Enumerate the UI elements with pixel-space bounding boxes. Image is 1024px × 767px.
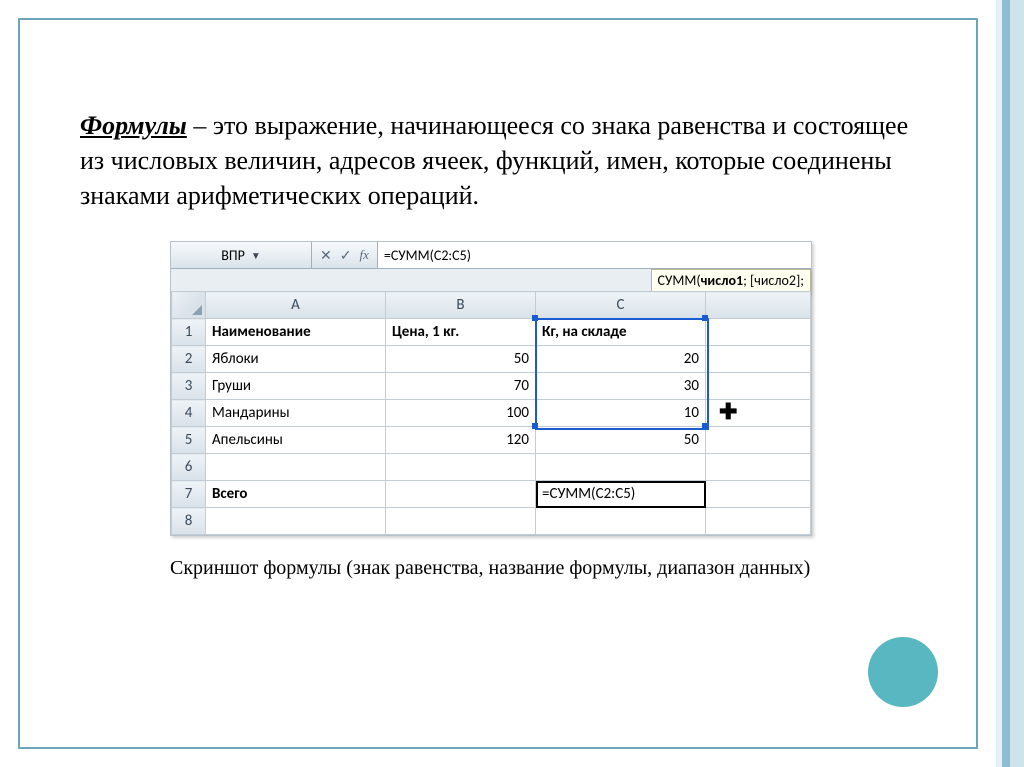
decor-stripe	[1002, 0, 1010, 767]
row-header[interactable]: 4	[172, 400, 206, 427]
selection-handle	[532, 315, 538, 321]
spreadsheet-grid[interactable]: A B C 1 Наименование Цена, 1 кг. Кг, на …	[171, 291, 811, 535]
accent-circle	[868, 637, 938, 707]
cell[interactable]: Наименование	[206, 319, 386, 346]
definition-text: Формулы – это выражение, начинающееся со…	[80, 108, 924, 213]
slide-content: Формулы – это выражение, начинающееся со…	[80, 108, 924, 581]
definition-term: Формулы	[80, 111, 187, 140]
cell[interactable]: 100	[386, 400, 536, 427]
name-box-value: ВПР	[221, 247, 245, 264]
row-header[interactable]: 8	[172, 508, 206, 535]
cursor-plus-icon: ✚	[719, 401, 737, 423]
cell[interactable]	[386, 508, 536, 535]
cell[interactable]: Кг, на складе	[536, 319, 706, 346]
row-header[interactable]: 1	[172, 319, 206, 346]
tooltip-func: СУММ(	[658, 272, 701, 289]
cell[interactable]	[706, 481, 811, 508]
row-header[interactable]: 7	[172, 481, 206, 508]
tooltip-row: СУММ(число1; [число2];	[171, 269, 811, 291]
col-header-a[interactable]: A	[206, 292, 386, 319]
cell[interactable]	[706, 373, 811, 400]
cell[interactable]	[386, 454, 536, 481]
cell[interactable]	[706, 427, 811, 454]
active-cell[interactable]: =СУММ(C2:C5)	[536, 481, 706, 508]
cell[interactable]: 20	[536, 346, 706, 373]
row-header[interactable]: 6	[172, 454, 206, 481]
fx-icon[interactable]: fx	[359, 247, 368, 263]
cell[interactable]	[536, 508, 706, 535]
cell[interactable]: Апельсины	[206, 427, 386, 454]
cell[interactable]: Яблоки	[206, 346, 386, 373]
formula-bar-buttons: ✕ ✓ fx	[312, 242, 378, 268]
cell[interactable]	[206, 454, 386, 481]
cell[interactable]: 10	[536, 400, 706, 427]
cell[interactable]	[386, 481, 536, 508]
selection-handle	[532, 423, 538, 429]
cancel-icon[interactable]: ✕	[320, 247, 332, 264]
cell[interactable]: Цена, 1 кг.	[386, 319, 536, 346]
definition-body: – это выражение, начинающееся со знака р…	[80, 111, 908, 210]
cell[interactable]: Груши	[206, 373, 386, 400]
cell[interactable]: 120	[386, 427, 536, 454]
slide-frame: Формулы – это выражение, начинающееся со…	[0, 0, 1024, 767]
selection-handle	[702, 315, 708, 321]
row-header[interactable]: 3	[172, 373, 206, 400]
formula-input[interactable]: =СУММ(C2:C5)	[378, 242, 811, 268]
dropdown-icon: ▼	[251, 249, 261, 262]
cell[interactable]: 30	[536, 373, 706, 400]
excel-screenshot: ВПР ▼ ✕ ✓ fx =СУММ(C2:C5) СУММ(число1; […	[170, 241, 812, 536]
row-header[interactable]: 5	[172, 427, 206, 454]
cell[interactable]	[706, 454, 811, 481]
enter-icon[interactable]: ✓	[340, 247, 352, 264]
name-box[interactable]: ВПР ▼	[171, 242, 312, 268]
cell[interactable]: 50	[386, 346, 536, 373]
caption-text: Скриншот формулы (знак равенства, назван…	[170, 556, 824, 581]
cell[interactable]	[706, 346, 811, 373]
col-header-c[interactable]: C	[536, 292, 706, 319]
cell[interactable]	[206, 508, 386, 535]
cell[interactable]: Мандарины	[206, 400, 386, 427]
cell[interactable]: 70	[386, 373, 536, 400]
cell[interactable]: 50	[536, 427, 706, 454]
cell[interactable]	[706, 508, 811, 535]
col-header-b[interactable]: B	[386, 292, 536, 319]
tooltip-arg-bold: число1	[701, 272, 743, 289]
cell[interactable]	[536, 454, 706, 481]
formula-input-value: =СУММ(C2:C5)	[384, 247, 471, 264]
cell[interactable]: Всего	[206, 481, 386, 508]
tooltip-rest: ; [число2];	[743, 272, 804, 289]
select-all-corner[interactable]	[172, 292, 206, 319]
row-header[interactable]: 2	[172, 346, 206, 373]
decor-stripe	[1010, 0, 1024, 767]
col-header-blank[interactable]	[706, 292, 811, 319]
selection-handle	[702, 423, 708, 429]
cell[interactable]	[706, 319, 811, 346]
formula-bar: ВПР ▼ ✕ ✓ fx =СУММ(C2:C5)	[171, 242, 811, 269]
